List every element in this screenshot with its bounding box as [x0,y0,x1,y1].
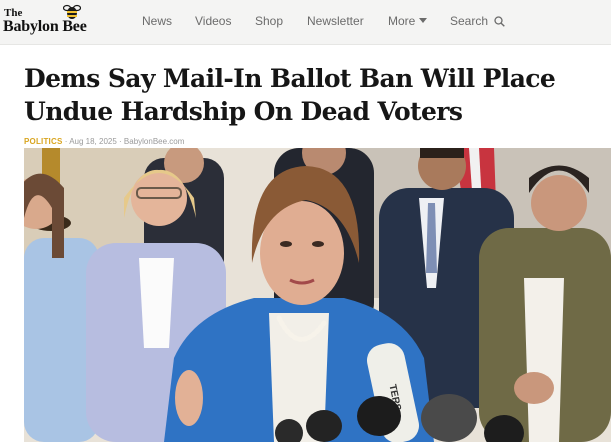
main-nav: News Videos Shop Newsletter More Search [0,14,611,30]
chevron-down-icon [419,18,428,23]
nav-more-label: More [388,14,416,28]
search-icon [494,16,506,27]
article-photo-illustration: TERS [24,148,611,442]
search-label: Search [450,14,489,28]
nav-item-shop[interactable]: Shop [255,14,283,28]
article-headline[interactable]: Dems Say Mail-In Ballot Ban Will Place U… [24,62,604,128]
nav-item-videos[interactable]: Videos [195,14,231,28]
article-source: BabylonBee.com [123,137,185,146]
article-meta: POLITICS · Aug 18, 2025 · BabylonBee.com [24,137,184,146]
nav-item-newsletter[interactable]: Newsletter [307,14,364,28]
nav-item-news[interactable]: News [142,14,172,28]
site-header: The Babylon Bee News Videos Shop Newslet… [0,0,611,45]
search-button[interactable]: Search [450,14,506,28]
nav-more-menu[interactable]: More [388,14,428,28]
article-photo: TERS [24,148,611,442]
category-link[interactable]: POLITICS [24,137,63,146]
article-date: Aug 18, 2025 [69,137,117,146]
